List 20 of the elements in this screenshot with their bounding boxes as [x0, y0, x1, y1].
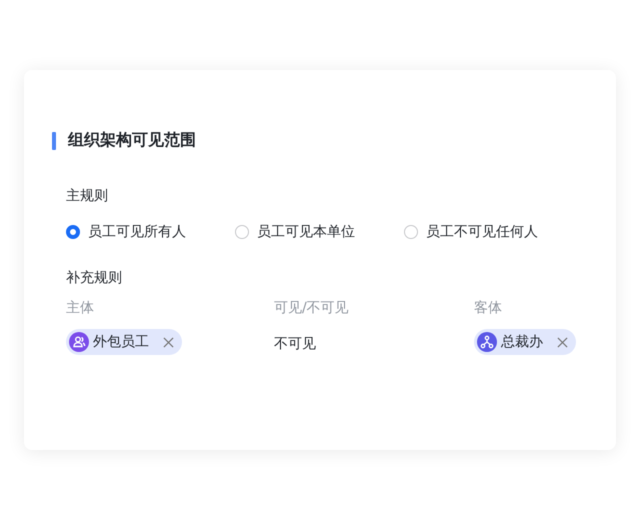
radio-option[interactable]: 员工不可见任何人 — [404, 223, 573, 241]
radio-icon[interactable] — [235, 225, 249, 239]
close-icon[interactable] — [557, 336, 568, 348]
close-icon[interactable] — [163, 336, 174, 348]
users-icon — [69, 332, 89, 352]
radio-icon[interactable] — [404, 225, 418, 239]
visibility-value: 不可见 — [274, 336, 316, 352]
org-chart-icon — [477, 332, 497, 352]
radio-option[interactable]: 员工可见所有人 — [66, 223, 235, 241]
subject-tag: 外包员工 — [66, 329, 182, 355]
object-tag: 总裁办 — [474, 329, 576, 355]
column-header: 客体 — [474, 299, 503, 317]
column-header: 主体 — [66, 299, 95, 317]
radio-icon[interactable] — [66, 225, 80, 239]
section-title: 组织架构可见范围 — [68, 130, 196, 151]
column-header: 可见/不可见 — [274, 299, 350, 317]
title-accent-bar — [52, 132, 56, 150]
main-rule-label: 主规则 — [66, 187, 109, 205]
extra-rule-label: 补充规则 — [66, 269, 123, 287]
radio-option[interactable]: 员工可见本单位 — [235, 223, 404, 241]
